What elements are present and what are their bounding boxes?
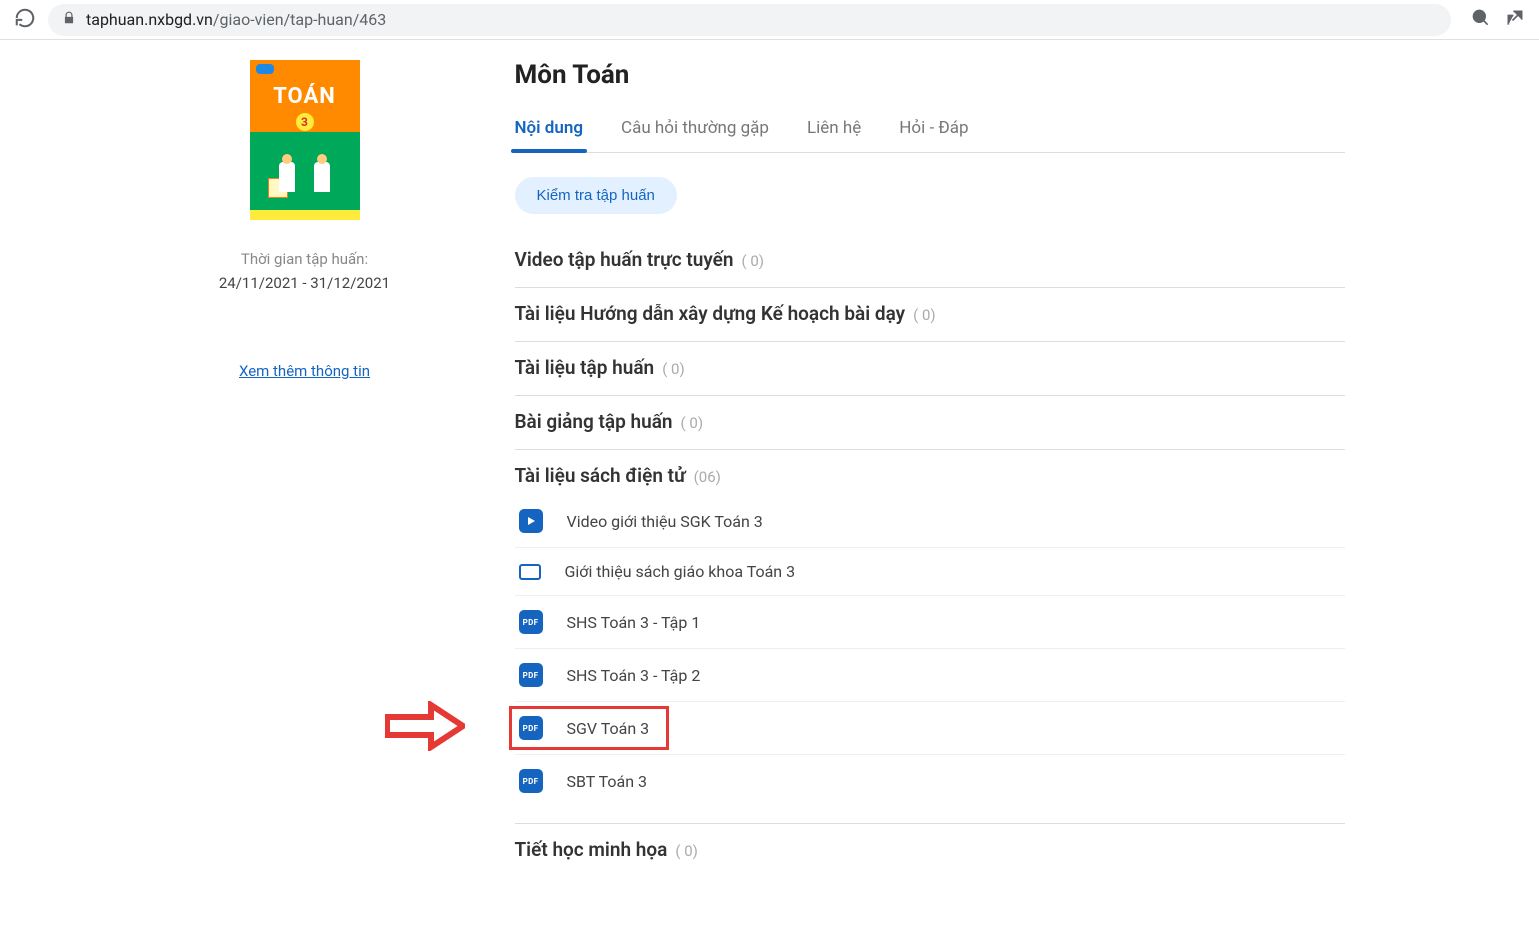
tab-1[interactable]: Câu hỏi thường gặp xyxy=(621,118,769,152)
section-count: ( 0) xyxy=(741,252,764,270)
section-4: Tài liệu sách điện tử (06) Video giới thiệ… xyxy=(515,450,1345,824)
document-item[interactable]: PDF SBT Toán 3 xyxy=(515,755,1345,807)
document-item-label: SHS Toán 3 - Tập 1 xyxy=(567,613,701,632)
section-count: ( 0) xyxy=(913,306,936,324)
slide-icon xyxy=(519,564,541,580)
check-training-button[interactable]: Kiểm tra tập huấn xyxy=(515,177,677,214)
section-title: Video tập huấn trực tuyến xyxy=(515,248,734,271)
book-cover: TOÁN 3 TẬP MỘT xyxy=(250,60,360,220)
document-item[interactable]: PDF SHS Toán 3 - Tập 1 xyxy=(515,596,1345,649)
section-1: Tài liệu Hướng dẫn xây dựng Kế hoạch bài… xyxy=(515,288,1345,342)
section-title: Tiết học minh họa xyxy=(515,838,668,861)
share-icon[interactable] xyxy=(1505,8,1525,32)
sidebar: TOÁN 3 TẬP MỘT Thời gian tập huấn: 24/11… xyxy=(195,60,405,861)
browser-chrome: taphuan.nxbgd.vn/giao-vien/tap-huan/463 xyxy=(0,0,1539,40)
training-time-value: 24/11/2021 - 31/12/2021 xyxy=(205,274,405,292)
section-title: Tài liệu tập huấn xyxy=(515,356,655,379)
main-content: Môn Toán Nội dung Câu hỏi thường gặp Liên … xyxy=(515,60,1345,861)
section-count: ( 0) xyxy=(675,842,698,860)
training-time-label: Thời gian tập huấn: xyxy=(205,250,405,268)
book-grade-badge: 3 xyxy=(296,113,314,131)
pdf-icon: PDF xyxy=(519,716,543,740)
section-2: Tài liệu tập huấn ( 0) xyxy=(515,342,1345,396)
document-item[interactable]: Giới thiệu sách giáo khoa Toán 3 xyxy=(515,548,1345,596)
section-title: Tài liệu Hướng dẫn xây dựng Kế hoạch bài… xyxy=(515,302,906,325)
document-item[interactable]: PDF SHS Toán 3 - Tập 2 xyxy=(515,649,1345,702)
document-item-label: SBT Toán 3 xyxy=(567,772,648,791)
section-count: ( 0) xyxy=(681,414,704,432)
pdf-icon: PDF xyxy=(519,610,543,634)
page-title: Môn Toán xyxy=(515,60,1345,90)
url-text: taphuan.nxbgd.vn/giao-vien/tap-huan/463 xyxy=(86,10,386,29)
book-cover-title: TOÁN xyxy=(250,84,360,109)
more-info-link[interactable]: Xem thêm thông tin xyxy=(205,362,405,380)
document-item-label: Giới thiệu sách giáo khoa Toán 3 xyxy=(565,562,796,581)
tab-0[interactable]: Nội dung xyxy=(515,118,584,152)
section-0: Video tập huấn trực tuyến ( 0) xyxy=(515,234,1345,288)
lock-icon xyxy=(62,10,76,29)
section-count: (06) xyxy=(694,468,721,486)
document-item[interactable]: Video giới thiệu SGK Toán 3 xyxy=(515,495,1345,548)
document-item[interactable]: PDF SGV Toán 3 xyxy=(515,702,1345,755)
document-item-label: SHS Toán 3 - Tập 2 xyxy=(567,666,701,685)
zoom-icon[interactable] xyxy=(1471,8,1491,32)
reload-icon[interactable] xyxy=(14,7,36,33)
pdf-icon: PDF xyxy=(519,769,543,793)
section-count: ( 0) xyxy=(662,360,685,378)
address-bar[interactable]: taphuan.nxbgd.vn/giao-vien/tap-huan/463 xyxy=(48,4,1451,36)
section-5: Tiết học minh họa ( 0) xyxy=(515,824,1345,861)
tab-2[interactable]: Liên hệ xyxy=(807,118,861,152)
section-3: Bài giảng tập huấn ( 0) xyxy=(515,396,1345,450)
tab-3[interactable]: Hỏi - Đáp xyxy=(899,118,968,152)
section-title: Tài liệu sách điện tử xyxy=(515,464,686,487)
tabs: Nội dung Câu hỏi thường gặp Liên hệ Hỏi - Đ… xyxy=(515,118,1345,153)
document-item-label: Video giới thiệu SGK Toán 3 xyxy=(567,512,763,531)
video-icon xyxy=(519,509,543,533)
document-item-label: SGV Toán 3 xyxy=(567,719,650,738)
section-title: Bài giảng tập huấn xyxy=(515,410,673,433)
pdf-icon: PDF xyxy=(519,663,543,687)
